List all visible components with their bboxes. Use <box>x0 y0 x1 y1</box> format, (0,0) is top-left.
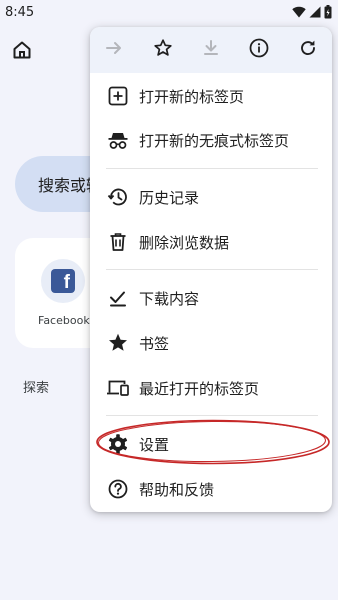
shortcut-label: Facebook <box>38 314 90 327</box>
status-icons <box>292 5 332 19</box>
menu-divider <box>106 269 318 270</box>
home-icon <box>10 41 34 66</box>
battery-icon <box>324 5 332 19</box>
menu-item-label: 书签 <box>139 335 170 353</box>
download-icon <box>201 38 221 62</box>
status-bar: 8:45 <box>0 0 338 24</box>
incognito-icon <box>106 128 130 152</box>
facebook-icon: f <box>51 269 75 293</box>
refresh-icon <box>297 37 319 63</box>
menu-item-clear-browsing-data[interactable]: 删除浏览数据 <box>90 220 332 264</box>
download-page-button[interactable] <box>187 27 235 73</box>
help-icon <box>106 477 130 501</box>
settings-gear-icon <box>106 432 130 456</box>
refresh-button[interactable] <box>284 27 332 73</box>
page-info-button[interactable] <box>235 27 283 73</box>
menu-item-settings[interactable]: 设置 <box>90 422 332 466</box>
new-tab-icon <box>106 84 130 108</box>
menu-item-bookmarks[interactable]: 书签 <box>90 321 332 365</box>
menu-item-history[interactable]: 历史记录 <box>90 175 332 219</box>
menu-item-new-tab[interactable]: 打开新的标签页 <box>90 74 332 118</box>
recent-tabs-icon <box>106 376 130 400</box>
overflow-menu: 打开新的标签页 打开新的无痕式标签页 历史记录 删除浏览数据 下载内容 书签 最… <box>90 27 332 512</box>
info-icon <box>248 37 270 63</box>
shortcut-icon-container: f <box>41 259 85 303</box>
menu-item-recent-tabs[interactable]: 最近打开的标签页 <box>90 366 332 410</box>
menu-item-help-feedback[interactable]: 帮助和反馈 <box>90 467 332 511</box>
signal-icon <box>309 6 321 18</box>
history-icon <box>106 185 130 209</box>
menu-item-label: 帮助和反馈 <box>139 481 215 499</box>
forward-icon <box>104 38 124 62</box>
menu-item-label: 删除浏览数据 <box>139 234 230 252</box>
menu-item-downloads[interactable]: 下载内容 <box>90 276 332 320</box>
menu-item-label: 历史记录 <box>139 189 200 207</box>
menu-item-label: 设置 <box>139 436 170 454</box>
star-icon <box>106 331 130 355</box>
menu-item-new-incognito-tab[interactable]: 打开新的无痕式标签页 <box>90 118 332 162</box>
menu-item-label: 打开新的无痕式标签页 <box>139 132 290 150</box>
menu-toolbar <box>90 27 332 73</box>
menu-divider <box>106 168 318 169</box>
downloads-icon <box>106 286 130 310</box>
menu-item-label: 下载内容 <box>139 290 200 308</box>
menu-item-label: 打开新的标签页 <box>139 88 245 106</box>
menu-divider <box>106 415 318 416</box>
home-button[interactable] <box>10 38 34 62</box>
bookmark-star-icon <box>153 38 173 62</box>
status-time: 8:45 <box>5 4 35 20</box>
forward-button[interactable] <box>90 27 138 73</box>
explore-section-label: 探索 <box>23 381 50 396</box>
wifi-icon <box>292 6 306 18</box>
bookmark-this-page-button[interactable] <box>138 27 186 73</box>
menu-item-label: 最近打开的标签页 <box>139 380 260 398</box>
delete-icon <box>106 230 130 254</box>
